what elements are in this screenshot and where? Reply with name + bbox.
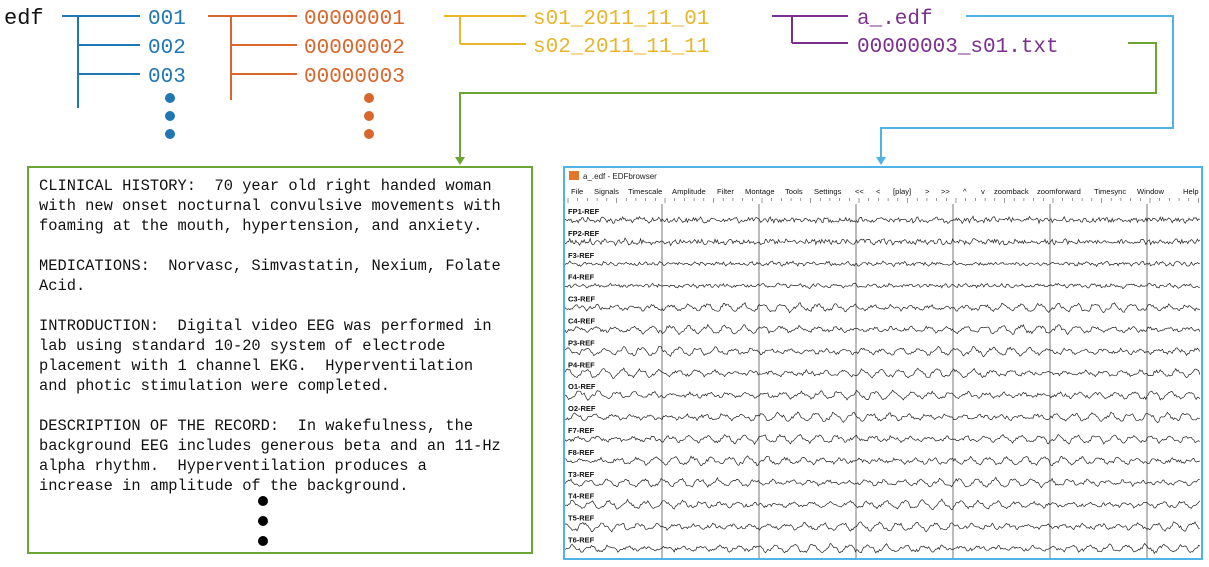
tree-node-session-2: s02_2011_11_11 [533, 36, 709, 59]
eeg-trace [565, 323, 1201, 336]
tree-node-003: 003 [148, 66, 186, 89]
clinical-report-panel: CLINICAL HISTORY: 70 year old right hand… [27, 166, 533, 554]
level2-ellipsis-dots [364, 93, 374, 139]
tree-node-00000001: 00000001 [304, 8, 405, 31]
eeg-trace [565, 282, 1200, 290]
level1-ellipsis-dots [165, 93, 175, 139]
eeg-trace [565, 389, 1201, 401]
channel-label: F3-REF [568, 251, 595, 260]
level2-connectors [208, 15, 297, 100]
menu-item-montage[interactable]: Montage [745, 185, 775, 198]
eeg-trace [565, 260, 1200, 268]
channel-label: C4-REF [568, 317, 596, 326]
tree-node-001: 001 [148, 8, 186, 31]
channel-label: P3-REF [568, 338, 595, 347]
menu-item-settings[interactable]: Settings [814, 185, 841, 198]
channel-label: FP1-REF [568, 207, 600, 216]
txt-arrow-head [455, 157, 465, 165]
tree-node-00000003: 00000003 [304, 66, 405, 89]
menu-item-help[interactable]: Help [1183, 185, 1199, 198]
channel-label: P4-REF [568, 360, 595, 369]
menu-item-[interactable]: >> [941, 185, 950, 198]
second-gridlines [661, 204, 1148, 558]
tree-node-00000002: 00000002 [304, 37, 405, 60]
tree-node-002: 002 [148, 37, 186, 60]
window-title: a_.edf - EDFbrowser [583, 172, 657, 181]
session-connectors [444, 15, 526, 45]
menu-item-play[interactable]: [play] [893, 185, 911, 198]
tree-file-edf: a_.edf [857, 8, 933, 31]
channel-label: F4-REF [568, 273, 595, 282]
channel-label: T3-REF [568, 470, 595, 479]
channel-label: O2-REF [568, 404, 596, 413]
report-ellipsis-dots [258, 496, 268, 556]
menu-item-[interactable]: ^ [963, 185, 967, 198]
txt-to-report-arrow [459, 42, 1157, 158]
menu-item-timescale[interactable]: Timescale [628, 185, 662, 198]
eeg-trace [565, 367, 1201, 379]
channel-label: O1-REF [568, 382, 596, 391]
menu-item-file[interactable]: File [571, 185, 583, 198]
menu-item-[interactable]: << [855, 185, 864, 198]
eeg-trace [565, 301, 1201, 314]
eeg-signal-canvas: FP1-REF FP2-REF F3-REF F4-REF C3-REF C4-REF P3… [565, 198, 1201, 558]
menu-item-zoomforward[interactable]: zoomforward [1037, 185, 1081, 198]
eeg-trace [565, 433, 1200, 446]
channel-label: T4-REF [568, 492, 595, 501]
eeg-trace [565, 215, 1200, 225]
channel-label: C3-REF [568, 295, 596, 304]
channel-label: T6-REF [568, 536, 595, 545]
file-connectors [772, 15, 848, 44]
edfbrowser-window: a_.edf - EDFbrowser File Signals Timescale… [563, 166, 1203, 560]
edf-arrow-head [876, 157, 886, 165]
eeg-trace [565, 521, 1200, 533]
level1-connectors [62, 15, 140, 108]
menu-item-signals[interactable]: Signals [594, 185, 619, 198]
eeg-trace [565, 498, 1201, 511]
menu-item-zoomback[interactable]: zoomback [994, 185, 1029, 198]
menu-item-[interactable]: > [925, 185, 929, 198]
menu-bar: File Signals Timescale Amplitude Filter Monta… [565, 185, 1201, 198]
menu-item-v[interactable]: v [981, 185, 985, 198]
channel-label: F8-REF [568, 448, 595, 457]
channel-label: F7-REF [568, 426, 595, 435]
channel-label: T5-REF [568, 514, 595, 523]
eeg-trace [565, 345, 1201, 358]
channel-label: FP2-REF [568, 229, 600, 238]
tree-root-label: edf [4, 6, 44, 31]
menu-item-filter[interactable]: Filter [717, 185, 734, 198]
eeg-trace [565, 411, 1200, 424]
edfbrowser-app-icon [569, 171, 579, 180]
eeg-trace [565, 237, 1201, 247]
menu-item-timesync[interactable]: Timesync [1094, 185, 1126, 198]
tree-node-session-1: s01_2011_11_01 [533, 8, 709, 31]
menu-item-window[interactable]: Window [1137, 185, 1164, 198]
tree-file-txt: 00000003_s01.txt [857, 36, 1059, 59]
eeg-trace [565, 455, 1200, 467]
eeg-trace [565, 476, 1200, 489]
menu-item-[interactable]: < [876, 185, 880, 198]
eeg-trace [565, 542, 1200, 555]
window-title-bar: a_.edf - EDFbrowser [569, 170, 657, 184]
menu-item-amplitude[interactable]: Amplitude [672, 185, 706, 198]
time-ruler [567, 198, 1199, 203]
clinical-report-text: CLINICAL HISTORY: 70 year old right hand… [39, 177, 501, 495]
menu-item-tools[interactable]: Tools [785, 185, 803, 198]
